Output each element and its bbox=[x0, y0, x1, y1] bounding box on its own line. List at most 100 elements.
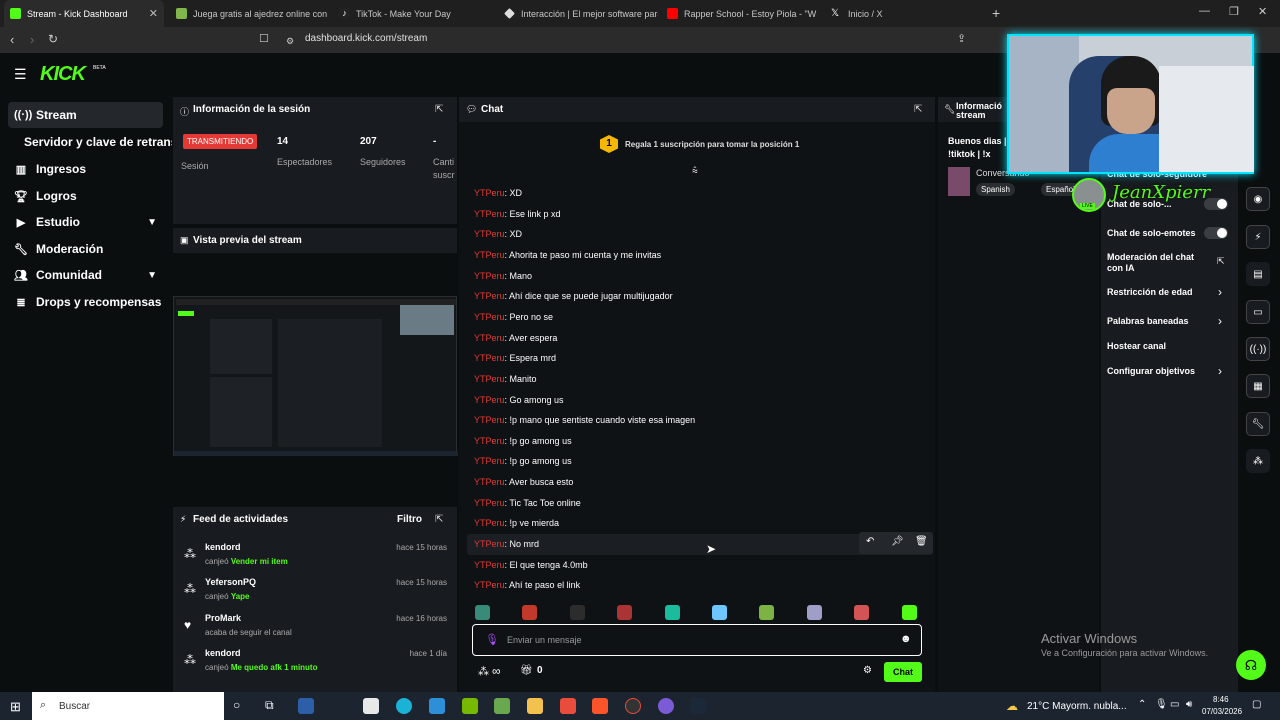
delete-icon[interactable]: 🗑︎ bbox=[915, 536, 928, 547]
chat-username[interactable]: YTPeru bbox=[474, 250, 505, 260]
send-chat-button[interactable]: Chat bbox=[884, 662, 922, 682]
sidebar-item-logros[interactable]: 🏆︎ Logros bbox=[8, 183, 163, 209]
chat-message[interactable]: YTPeru: Mano bbox=[474, 271, 532, 281]
stream-preview-video[interactable] bbox=[173, 296, 458, 456]
emote-icon[interactable] bbox=[901, 605, 917, 620]
sidebar-item-comunidad[interactable]: 👥︎ Comunidad ▼ bbox=[8, 262, 163, 288]
sidebar-item-server-key[interactable]: Servidor y clave de retransmisión bbox=[18, 129, 172, 155]
steam-icon[interactable] bbox=[690, 698, 706, 714]
sidebar-item-moderacion[interactable]: 🔧︎ Moderación bbox=[8, 236, 163, 262]
forward-icon[interactable]: › bbox=[30, 33, 34, 46]
chat-username[interactable]: YTPeru bbox=[474, 229, 505, 239]
channel-points-icon[interactable]: ⁂ bbox=[478, 665, 489, 678]
kick-logo[interactable]: KICK bbox=[40, 63, 86, 86]
chat-message[interactable]: YTPeru: Espera mrd bbox=[474, 353, 556, 363]
pin-icon[interactable]: 📌︎ bbox=[891, 536, 904, 547]
chat-username[interactable]: YTPeru bbox=[474, 209, 505, 219]
url-field[interactable]: dashboard.kick.com/stream bbox=[305, 33, 427, 44]
app-icon[interactable] bbox=[560, 698, 576, 714]
menu-icon[interactable]: ☰ bbox=[14, 66, 27, 83]
reload-icon[interactable]: ↻ bbox=[48, 33, 58, 46]
tab-tiktok[interactable]: ♪ TikTok - Make Your Day bbox=[333, 0, 493, 27]
chevron-right-icon[interactable]: › bbox=[1218, 285, 1222, 299]
new-tab-icon[interactable]: + bbox=[992, 5, 1000, 21]
chat-username[interactable]: YTPeru bbox=[474, 580, 505, 590]
chat-message[interactable]: YTPeru: Ahí dice que se puede jugar mult… bbox=[474, 291, 673, 301]
tab-chess[interactable]: Juega gratis al ajedrez online con am bbox=[170, 0, 328, 27]
file-explorer-icon[interactable] bbox=[527, 698, 543, 714]
tray-chevron-icon[interactable]: ⌃ bbox=[1138, 699, 1146, 710]
windows-start-icon[interactable]: ⊞ bbox=[10, 699, 21, 715]
emote-icon[interactable] bbox=[522, 605, 538, 620]
chat-message[interactable]: YTPeru: Pero no se bbox=[474, 312, 553, 322]
bookmark-icon[interactable]: ☐ bbox=[259, 33, 269, 46]
lightning-icon[interactable]: ⚡︎ bbox=[1246, 225, 1270, 249]
notifications-icon[interactable]: ▢ bbox=[1252, 699, 1261, 710]
share-icon[interactable]: ⇪ bbox=[957, 33, 966, 46]
chat-settings-icon[interactable]: ⚙ bbox=[863, 665, 872, 676]
banned-words-setting[interactable]: Palabras baneadas bbox=[1107, 316, 1189, 326]
broadcast-icon[interactable]: ((·)) bbox=[1246, 337, 1270, 361]
chat-username[interactable]: YTPeru bbox=[474, 291, 505, 301]
app-icon[interactable] bbox=[298, 698, 314, 714]
ai-moderation-setting[interactable]: Moderación del chat bbox=[1107, 252, 1194, 262]
chevron-right-icon[interactable]: › bbox=[1218, 364, 1222, 378]
network-icon[interactable]: ▭ bbox=[1170, 699, 1179, 710]
chat-message[interactable]: YTPeru: No mrd bbox=[474, 539, 539, 549]
host-channel-setting[interactable]: Hostear canal bbox=[1107, 341, 1166, 351]
chat-message[interactable]: YTPeru: Manito bbox=[474, 374, 537, 384]
chat-message[interactable]: YTPeru: Aver busca esto bbox=[474, 477, 573, 487]
volume-icon[interactable]: 🔊︎ bbox=[1186, 699, 1192, 710]
chat-username[interactable]: YTPeru bbox=[474, 333, 505, 343]
ai-moderation-setting-2[interactable]: con IA bbox=[1107, 263, 1135, 273]
tag-spanish[interactable]: Spanish bbox=[976, 183, 1015, 196]
goals-setting[interactable]: Configurar objetivos bbox=[1107, 366, 1195, 376]
expand-icon[interactable]: ⇱ bbox=[435, 514, 443, 525]
chat-username[interactable]: YTPeru bbox=[474, 374, 505, 384]
chat-message[interactable]: YTPeru: Ahí te paso el link bbox=[474, 580, 580, 590]
tab-youtube[interactable]: Rapper School - Estoy Piola - "W bbox=[661, 0, 821, 27]
external-link-icon[interactable]: ⇱ bbox=[1217, 256, 1225, 267]
chat-message[interactable]: YTPeru: El que tenga 4.0mb bbox=[474, 560, 588, 570]
site-info-icon[interactable]: ⚙ bbox=[286, 35, 294, 48]
maximize-icon[interactable]: ❐ bbox=[1229, 5, 1239, 18]
feed-username[interactable]: ProMark bbox=[205, 613, 241, 623]
pinned-toggle-icon[interactable]: ⩯ bbox=[692, 166, 698, 177]
community-icon[interactable]: ⁂ bbox=[1246, 449, 1270, 473]
document-icon[interactable]: ▤ bbox=[1246, 262, 1270, 286]
taskbar-search-box[interactable]: ⌕ Buscar bbox=[32, 692, 224, 720]
nvidia-icon[interactable] bbox=[462, 698, 478, 714]
chat-message[interactable]: YTPeru: XD bbox=[474, 188, 522, 198]
chat-username[interactable]: YTPeru bbox=[474, 477, 505, 487]
category-thumbnail[interactable] bbox=[948, 167, 970, 196]
chat-username[interactable]: YTPeru bbox=[474, 188, 505, 198]
reply-icon[interactable]: ↶ bbox=[866, 536, 874, 547]
sidebar-item-ingresos[interactable]: ▥ Ingresos bbox=[8, 156, 163, 182]
layout-icon[interactable]: ▦ bbox=[1246, 374, 1270, 398]
emote-icon[interactable] bbox=[759, 605, 775, 620]
feed-username[interactable]: kendord bbox=[205, 542, 241, 552]
chat-message[interactable]: YTPeru: !p ve mierda bbox=[474, 518, 559, 528]
emote-icon[interactable] bbox=[712, 605, 727, 620]
sidebar-item-stream[interactable]: ((·)) Stream bbox=[8, 102, 163, 128]
mail-icon[interactable] bbox=[429, 698, 445, 714]
emote-icon[interactable] bbox=[569, 605, 585, 620]
wrench-icon[interactable]: 🔧︎ bbox=[1246, 412, 1270, 436]
chat-message[interactable]: YTPeru: XD bbox=[474, 229, 522, 239]
minecraft-icon[interactable] bbox=[494, 698, 510, 714]
minimize-icon[interactable]: — bbox=[1199, 5, 1210, 17]
feed-username[interactable]: kendord bbox=[205, 648, 241, 658]
close-tab-icon[interactable]: ✕ bbox=[149, 7, 158, 20]
filter-button[interactable]: Filtro bbox=[397, 514, 422, 525]
chat-username[interactable]: YTPeru bbox=[474, 518, 505, 528]
expand-icon[interactable]: ⇱ bbox=[914, 104, 922, 115]
chat-username[interactable]: YTPeru bbox=[474, 353, 505, 363]
chat-username[interactable]: YTPeru bbox=[474, 436, 505, 446]
sidebar-item-estudio[interactable]: ▶ Estudio ▼ bbox=[8, 209, 163, 235]
chat-username[interactable]: YTPeru bbox=[474, 560, 505, 570]
gift-sub-banner[interactable]: Regala 1 suscripción para tomar la posic… bbox=[625, 140, 799, 149]
stream-title-2[interactable]: !tiktok | !x bbox=[948, 149, 991, 159]
chat-username[interactable]: YTPeru bbox=[474, 415, 505, 425]
obs-icon[interactable] bbox=[625, 698, 641, 714]
discord-icon[interactable] bbox=[658, 698, 674, 714]
